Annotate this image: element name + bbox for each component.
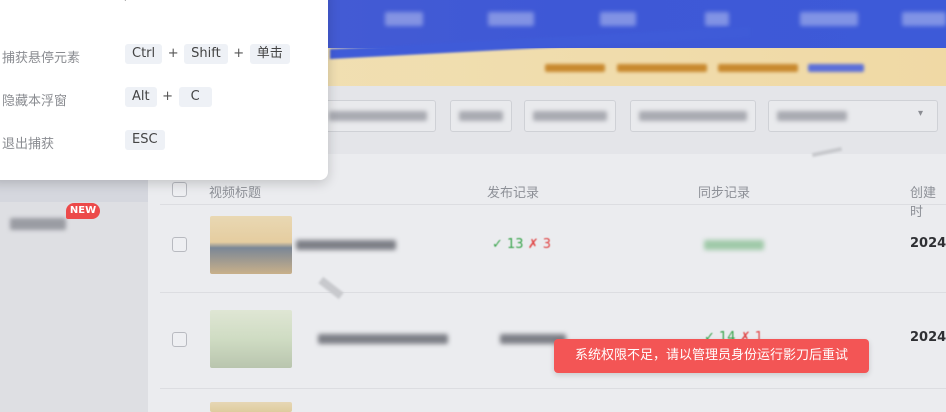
created-date: 2024- [910, 236, 946, 251]
key-c: C [178, 86, 212, 107]
banner-text [808, 64, 864, 72]
banner-text [617, 64, 707, 72]
status-select[interactable]: ▾ [768, 100, 938, 132]
key-click: 单击 [249, 43, 290, 64]
cursor-icon: ↖ [115, 0, 128, 5]
hotkey-row-capture: 捕获悬停元素 Ctrl + Shift + 单击 [0, 43, 320, 69]
sidebar-item-label [10, 218, 66, 230]
hotkey-label: 捕获悬停元素 [2, 51, 81, 66]
column-header-publish: 发布记录 [487, 186, 540, 201]
publish-record: ✓ 13 ✗ 3 [492, 237, 551, 252]
video-table [148, 154, 946, 412]
nav-item[interactable] [705, 12, 729, 26]
new-badge: NEW [66, 203, 100, 219]
video-thumbnail[interactable] [210, 216, 292, 274]
hotkey-keys: Alt + C [125, 86, 212, 107]
row-divider [160, 388, 946, 389]
select-all-checkbox[interactable] [172, 182, 187, 197]
key-alt: Alt [125, 86, 157, 107]
nav-item[interactable] [600, 12, 636, 26]
column-header-sync: 同步记录 [698, 186, 751, 201]
video-thumbnail[interactable] [210, 310, 292, 368]
video-title[interactable] [318, 334, 448, 344]
row-checkbox[interactable] [172, 237, 187, 252]
nav-item[interactable] [385, 12, 423, 26]
created-date: 2024- [910, 330, 946, 345]
hotkey-keys: ESC [125, 129, 165, 150]
nav-item[interactable] [800, 12, 858, 26]
hotkey-label: 隐藏本浮窗 [2, 94, 68, 109]
publish-fail-count: ✗ 3 [527, 237, 552, 252]
filter-field[interactable] [524, 100, 616, 132]
row-divider [160, 292, 946, 293]
key-esc: ESC [125, 129, 165, 150]
banner-text [545, 64, 605, 72]
key-shift: Shift [184, 43, 228, 64]
hotkey-label: 退出捕获 [2, 137, 55, 152]
filter-field[interactable] [450, 100, 512, 132]
column-header-created: 创建时 [910, 186, 937, 220]
nav-item[interactable] [488, 12, 534, 26]
nav-item[interactable] [902, 12, 946, 26]
filter-field[interactable] [630, 100, 756, 132]
banner-text [718, 64, 798, 72]
hotkey-row-exit: 退出捕获 ESC [0, 129, 320, 155]
column-header-title: 视频标题 [209, 186, 262, 201]
hotkey-keys: Ctrl + Shift + 单击 [125, 43, 290, 64]
video-thumbnail[interactable] [210, 402, 292, 412]
hotkey-popup: ↖ 捕获悬停元素 Ctrl+Shift+单击 隐藏本浮窗 Alt+C 退出捕获 … [0, 0, 328, 180]
row-divider [160, 204, 946, 205]
filter-field[interactable] [320, 100, 436, 132]
chevron-down-icon: ▾ [917, 108, 923, 119]
hotkey-row-hide: 隐藏本浮窗 Alt + C [0, 86, 320, 112]
video-title[interactable] [296, 240, 396, 250]
publish-success-count: ✓ 13 [492, 237, 524, 252]
row-checkbox[interactable] [172, 332, 187, 347]
sync-record [704, 240, 764, 250]
error-toast: 系统权限不足，请以管理员身份运行影刀后重试 [554, 339, 869, 373]
key-ctrl: Ctrl [125, 43, 163, 64]
